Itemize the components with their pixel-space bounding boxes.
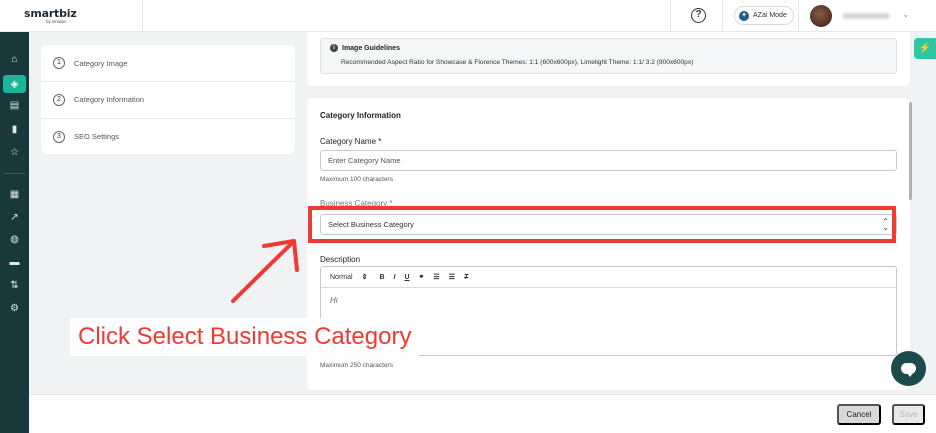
scrollbar-thumb[interactable] [909,102,912,200]
step-seo-settings[interactable]: 3 SEO Settings [41,118,295,154]
step-category-image[interactable]: 1 Category Image [41,45,295,81]
smartbiz-logo[interactable]: smartbiz by amazon [24,7,77,24]
underline-icon[interactable]: U [404,274,409,281]
azai-icon: ✦ [739,10,749,21]
user-name-blurred[interactable] [842,13,890,19]
step-number: 3 [53,130,65,143]
sidebar-store-icon[interactable]: ▦ [7,187,22,202]
sidebar-orders-icon[interactable]: ▤ [7,98,22,113]
italic-icon[interactable]: I [394,274,396,281]
header-divider [670,0,671,32]
page-scrollbar[interactable] [907,92,915,390]
lightning-icon[interactable]: ⚡ [914,38,936,59]
bold-icon[interactable]: B [379,274,384,281]
cancel-button[interactable]: Cancel [837,404,881,425]
description-label: Description [320,255,361,264]
step-number: 2 [53,93,65,106]
save-button[interactable]: Save [892,404,925,425]
form-steps-panel: 1 Category Image 2 Category Information … [41,45,295,154]
step-label: Category Information [74,95,145,104]
step-number: 1 [53,57,65,69]
header-divider [142,0,143,32]
annotation-instruction: Click Select Business Category [70,318,420,356]
category-name-hint: Maximum 100 characters [320,176,393,183]
sidebar-analytics-icon[interactable]: ▮ [7,122,22,137]
help-icon[interactable]: ? [691,8,706,23]
ordered-list-icon[interactable]: ☰ [433,273,439,281]
chat-bubble-icon [901,363,916,377]
image-guidelines-box: i Image Guidelines Recommended Aspect Ra… [320,38,897,74]
header-divider [798,0,799,32]
format-chevron-icon[interactable]: ⇕ [362,273,368,281]
user-avatar[interactable] [810,5,832,27]
category-name-input[interactable] [320,150,897,171]
action-footer: Cancel Save [29,394,936,433]
sidebar-badge-icon[interactable]: ◍ [7,232,22,247]
step-category-information[interactable]: 2 Category Information [41,81,295,117]
editor-content[interactable]: Hi [321,288,896,313]
step-label: Category Image [74,58,128,68]
sidebar-divider [4,173,25,174]
sidebar-star-icon[interactable]: ☆ [7,145,22,160]
step-label: SEO Settings [74,132,120,141]
image-guidelines-card: i Image Guidelines Recommended Aspect Ra… [307,32,910,86]
guidelines-text: Recommended Aspect Ratio for Showcase & … [341,59,694,66]
sidebar-catalog-icon[interactable]: ◈ [3,75,26,93]
top-header: smartbiz by amazon ? ✦ AZai Mode ⌄ [0,0,936,32]
sidebar-settings-icon[interactable]: ⚙ [7,301,22,316]
chevron-down-icon[interactable]: ⌄ [902,9,910,20]
azai-mode-label: AZai Mode [753,12,787,19]
info-icon: i [330,44,338,52]
format-select[interactable]: Normal [330,274,353,281]
chat-support-button[interactable] [891,351,926,386]
left-sidebar: ⌂ ◈ ▤ ▮ ☆ ▦ ↗ ◍ ▬ ⇅ ⚙ [0,32,29,433]
sidebar-sort-icon[interactable]: ⇅ [7,278,22,293]
clear-format-icon[interactable]: T [464,274,468,281]
description-hint: Maximum 250 characters [320,362,393,369]
bullet-list-icon[interactable]: ☰ [449,273,455,281]
section-title: Category Information [320,111,401,120]
sidebar-home-icon[interactable]: ⌂ [7,52,22,67]
sidebar-trending-icon[interactable]: ↗ [7,210,22,225]
guidelines-title: i Image Guidelines [330,44,400,52]
azai-mode-button[interactable]: ✦ AZai Mode [734,6,794,25]
editor-toolbar: Normal ⇕ B I U ⚭ ☰ ☰ T [321,267,896,288]
annotation-highlight-box [308,206,896,243]
annotation-arrow-icon [231,239,299,303]
sidebar-chat-icon[interactable]: ▬ [7,255,22,270]
link-icon[interactable]: ⚭ [419,273,425,281]
header-divider [722,0,723,32]
category-name-label: Category Name * [320,137,382,146]
